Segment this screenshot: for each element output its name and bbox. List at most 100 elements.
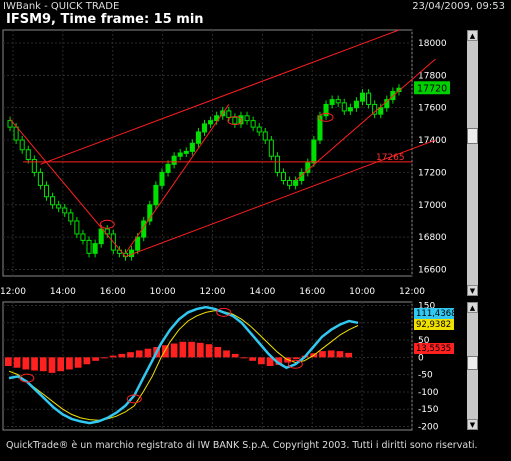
histogram-bar: [118, 353, 126, 358]
candle-body: [74, 220, 80, 235]
histogram-bar: [336, 351, 344, 358]
candle-body: [378, 107, 384, 115]
osc-value-label: 111,4368: [416, 309, 457, 319]
candle-body: [311, 139, 317, 164]
osc-y-tick-label: -100: [418, 388, 439, 398]
scroll-up-button[interactable]: ▲: [467, 30, 478, 41]
candle-body: [153, 184, 159, 206]
histogram-bar: [249, 357, 257, 361]
candle-body: [366, 92, 372, 105]
histogram-bar: [231, 353, 239, 358]
footer-copyright: QuickTrade® è un marchio registrato di I…: [6, 440, 478, 451]
histogram-bar: [179, 341, 187, 358]
candle-body: [287, 180, 293, 186]
candle-body: [359, 92, 366, 102]
histogram-bar: [83, 357, 91, 365]
histogram-bar: [223, 350, 230, 358]
price-x-tick-label: 12:00: [0, 287, 26, 297]
candle-body: [92, 243, 98, 254]
histogram-bar: [109, 355, 117, 358]
histogram-bar: [5, 357, 12, 366]
price-y-tick-label: 16600: [418, 266, 447, 276]
candle-body: [262, 131, 268, 141]
histogram-bar: [345, 352, 352, 358]
price-panel-frame: [2, 29, 413, 277]
price-y-tick-label: 17000: [418, 201, 447, 211]
candle-body: [232, 116, 238, 125]
candle-body: [329, 99, 335, 105]
price-x-tick-label: 12:00: [200, 287, 226, 297]
price-y-tick-label: 17800: [418, 71, 447, 81]
candle-body: [341, 102, 347, 112]
histogram-bar: [258, 357, 265, 365]
last-price-label: 17720: [417, 83, 447, 94]
histogram-bar: [214, 346, 222, 358]
osc-y-tick-label: 0: [418, 353, 424, 363]
candle-body: [274, 155, 280, 173]
candle-body: [256, 126, 262, 133]
osc-scroll-up-button[interactable]: ▲: [467, 302, 478, 313]
price-y-tick-label: 18000: [418, 39, 447, 49]
price-x-tick-label: 10:00: [150, 287, 176, 297]
candle-body: [159, 171, 165, 186]
candle-body: [347, 107, 353, 112]
candle-body: [7, 120, 13, 128]
histogram-bar: [66, 357, 73, 370]
candle-body: [177, 152, 183, 157]
candle-body: [80, 233, 86, 241]
scroll-down-button[interactable]: ▼: [467, 285, 478, 296]
candle-body: [208, 120, 214, 125]
osc-value-label: 13,5535: [416, 344, 451, 354]
price-x-tick-label: 10:00: [349, 287, 375, 297]
scroll-thumb[interactable]: [467, 128, 478, 144]
chart-canvas: 1660016800170001720017400176001780018000…: [0, 29, 457, 433]
histogram-bar: [74, 357, 82, 368]
candle-body: [50, 196, 56, 206]
histogram-bar: [31, 357, 38, 371]
candle-body: [13, 126, 19, 141]
histogram-bar: [135, 350, 143, 358]
histogram-bar: [292, 357, 300, 360]
price-x-tick-label: 16:00: [299, 287, 325, 297]
candle-body: [335, 99, 341, 104]
candle-body: [68, 212, 74, 222]
osc-y-tick-label: -200: [418, 423, 439, 433]
candle-body: [62, 207, 68, 214]
osc-y-tick-label: -150: [418, 405, 439, 415]
histogram-bar: [170, 343, 178, 358]
candle-body: [244, 115, 250, 122]
histogram-bar: [240, 357, 248, 359]
candle-body: [56, 204, 62, 209]
osc-value-label: 92,9382: [416, 320, 451, 330]
candle-body: [135, 236, 141, 251]
price-scrollbar[interactable]: [467, 30, 478, 296]
histogram-bar: [188, 341, 195, 358]
candle-body: [19, 139, 25, 151]
histogram-bar: [196, 342, 204, 358]
osc-scroll-down-button[interactable]: ▼: [467, 419, 478, 430]
candle-body: [250, 120, 256, 128]
candle-body: [195, 131, 201, 144]
osc-y-tick-label: -50: [418, 371, 433, 381]
candle-body: [183, 150, 189, 154]
candle-body: [293, 180, 299, 186]
price-y-tick-label: 17600: [418, 104, 447, 114]
price-x-tick-label: 12:00: [399, 287, 425, 297]
histogram-bar: [319, 351, 326, 358]
price-x-tick-label: 14:00: [50, 287, 76, 297]
price-x-tick-label: 16:00: [100, 287, 126, 297]
candle-body: [226, 110, 232, 118]
price-y-tick-label: 16800: [418, 233, 447, 243]
histogram-bar: [48, 357, 56, 373]
histogram-bar: [13, 357, 21, 368]
price-y-tick-label: 17200: [418, 168, 447, 178]
histogram-bar: [57, 357, 65, 372]
histogram-bar: [127, 352, 134, 358]
osc-scroll-thumb[interactable]: [467, 356, 478, 370]
histogram-bar: [327, 350, 335, 358]
histogram-bar: [144, 348, 152, 358]
histogram-bar: [100, 357, 108, 359]
candle-body: [98, 228, 104, 245]
candle-body: [280, 171, 287, 182]
histogram-bar: [205, 344, 213, 358]
